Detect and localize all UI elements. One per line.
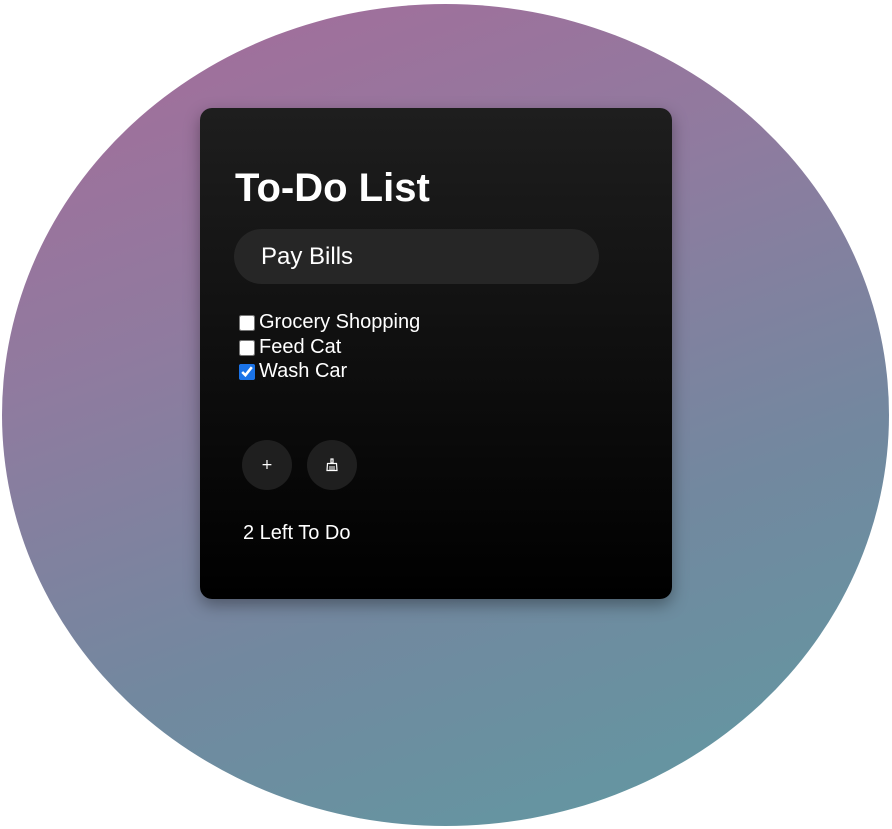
task-item: Wash Car	[238, 359, 420, 384]
task-label: Grocery Shopping	[259, 311, 421, 334]
task-checkbox[interactable]	[239, 315, 255, 332]
add-task-button[interactable]: +	[242, 440, 292, 490]
broom-icon	[326, 458, 338, 472]
task-list: Grocery Shopping Feed Cat Wash Car	[238, 310, 420, 384]
remaining-count: 2 Left To Do	[243, 522, 351, 544]
task-checkbox[interactable]	[239, 364, 255, 381]
task-item: Grocery Shopping	[238, 310, 420, 335]
task-label: Wash Car	[259, 360, 348, 383]
new-task-input[interactable]	[234, 229, 599, 284]
clear-completed-button[interactable]	[307, 440, 357, 490]
task-item: Feed Cat	[238, 335, 420, 360]
plus-icon: +	[261, 457, 273, 473]
todo-card: To-Do List Grocery Shopping Feed Cat Was…	[200, 108, 672, 599]
task-label: Feed Cat	[259, 335, 342, 358]
page-title: To-Do List	[235, 166, 430, 210]
task-checkbox[interactable]	[239, 339, 255, 356]
